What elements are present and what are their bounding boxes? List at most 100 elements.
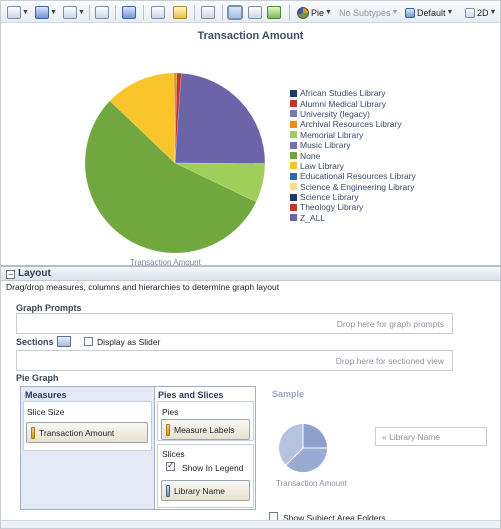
library-name-label: Library Name bbox=[174, 485, 226, 496]
legend-swatch bbox=[290, 214, 297, 222]
print-icon bbox=[7, 6, 21, 19]
export-button[interactable]: ▼ bbox=[35, 5, 57, 20]
transaction-amount-label: Transaction Amount bbox=[39, 427, 115, 438]
sort-descending-icon bbox=[267, 6, 281, 19]
help-button[interactable] bbox=[173, 5, 187, 20]
graph-prompts-dropzone[interactable]: Drop here for graph prompts bbox=[16, 313, 453, 334]
measures-title: Measures bbox=[25, 390, 67, 400]
legend-swatch bbox=[290, 120, 297, 128]
export-icon bbox=[35, 6, 49, 19]
chart-legend: African Studies Library Alumni Medical Li… bbox=[290, 88, 416, 223]
sections-drop-text: Drop here for sectioned view bbox=[335, 356, 444, 366]
properties-button[interactable] bbox=[95, 5, 109, 20]
subtype-dropdown[interactable]: No Subtypes ▼ bbox=[337, 5, 398, 20]
legend-label: Theology Library bbox=[300, 202, 364, 213]
format-button[interactable] bbox=[201, 5, 215, 20]
legend-swatch bbox=[290, 162, 297, 170]
legend-swatch bbox=[290, 152, 297, 160]
legend-item: Z_ALL bbox=[290, 213, 416, 223]
collapse-icon[interactable]: − bbox=[6, 270, 15, 279]
sections-dropzone[interactable]: Drop here for sectioned view bbox=[16, 350, 453, 371]
transaction-amount-button[interactable]: Transaction Amount bbox=[26, 422, 148, 443]
preview-button[interactable]: ▼ bbox=[63, 5, 85, 20]
legend-label: Science & Engineering Library bbox=[300, 181, 415, 192]
legend-swatch bbox=[290, 203, 297, 211]
pies-slices-title: Pies and Slices bbox=[158, 390, 224, 400]
toolbar-separator bbox=[89, 5, 90, 20]
sections-table-icon bbox=[57, 336, 71, 347]
pie-slice bbox=[174, 72, 266, 164]
sample-library-name-field[interactable]: « Library Name bbox=[375, 427, 487, 446]
slices-label: Slices bbox=[162, 449, 185, 459]
refresh-button[interactable] bbox=[122, 5, 136, 20]
library-name-button[interactable]: Library Name bbox=[161, 480, 250, 501]
legend-item: Theology Library bbox=[290, 202, 416, 212]
toolbar-separator bbox=[222, 5, 223, 20]
legend-label: African Studies Library bbox=[300, 88, 386, 99]
legend-icon bbox=[248, 6, 262, 19]
legend-item: Educational Resources Library bbox=[290, 171, 416, 181]
toolbar-separator bbox=[289, 5, 290, 20]
pies-label: Pies bbox=[162, 407, 179, 417]
legend-button[interactable] bbox=[248, 5, 262, 20]
legend-item: Law Library bbox=[290, 161, 416, 171]
legend-label: Memorial Library bbox=[300, 129, 364, 140]
legend-label: Music Library bbox=[300, 140, 351, 151]
legend-swatch bbox=[290, 172, 297, 180]
style-dropdown[interactable]: Default ▼ bbox=[405, 5, 453, 20]
legend-label: Law Library bbox=[300, 160, 344, 171]
sample-pie-slice bbox=[303, 424, 327, 448]
legend-item: Music Library bbox=[290, 140, 416, 150]
subtype-label: No Subtypes bbox=[339, 7, 391, 18]
print-button[interactable]: ▼ bbox=[7, 5, 29, 20]
sort-icon bbox=[227, 5, 243, 20]
chevron-down-icon: ▼ bbox=[325, 9, 332, 16]
toolbar: ▼ ▼ ▼ Pie ▼ No Subtypes ▼ Default ▼ 2D ▼ bbox=[1, 1, 500, 23]
legend-item: Alumni Medical Library bbox=[290, 98, 416, 109]
legend-swatch bbox=[290, 89, 297, 97]
sample-caption: Transaction Amount bbox=[276, 479, 347, 488]
legend-item: Science Library bbox=[290, 192, 416, 202]
legend-label: Science Library bbox=[300, 192, 359, 203]
drag-handle-icon bbox=[31, 426, 35, 439]
style-icon bbox=[405, 7, 415, 18]
calculator-icon bbox=[201, 6, 215, 19]
status-bar bbox=[1, 520, 500, 528]
pie-chart-icon bbox=[297, 6, 309, 19]
sort-button[interactable] bbox=[227, 5, 243, 20]
chevron-down-icon: ▼ bbox=[391, 9, 399, 16]
chevron-down-icon: ▼ bbox=[78, 9, 85, 16]
chevron-down-icon: ▼ bbox=[22, 9, 29, 16]
binoculars-icon bbox=[151, 6, 165, 19]
measure-labels-label: Measure Labels bbox=[174, 424, 235, 435]
layout-header bbox=[1, 267, 500, 281]
show-in-legend-checkbox[interactable] bbox=[166, 460, 175, 471]
show-in-legend-label: Show In Legend bbox=[182, 463, 244, 473]
legend-label: Alumni Medical Library bbox=[300, 98, 386, 109]
legend-item: Archival Resources Library bbox=[290, 119, 416, 129]
graph-prompts-label: Graph Prompts bbox=[16, 303, 82, 313]
properties-icon bbox=[95, 6, 109, 19]
graph-prompts-drop-text: Drop here for graph prompts bbox=[336, 319, 444, 329]
sections-label: Sections bbox=[16, 337, 54, 347]
legend-label: Archival Resources Library bbox=[300, 119, 402, 130]
chart-type-dropdown[interactable]: Pie ▼ bbox=[297, 5, 332, 20]
drag-handle-icon bbox=[166, 423, 170, 436]
pie-chart bbox=[84, 72, 266, 254]
sort-descending-button[interactable] bbox=[267, 5, 281, 20]
measure-labels-button[interactable]: Measure Labels bbox=[161, 419, 250, 440]
legend-item: None bbox=[290, 150, 416, 161]
legend-swatch bbox=[290, 193, 297, 201]
toolbar-separator bbox=[115, 5, 116, 20]
legend-swatch bbox=[290, 141, 297, 149]
display-as-slider-checkbox[interactable] bbox=[84, 337, 93, 346]
chevron-down-icon: ▼ bbox=[50, 9, 57, 16]
refresh-icon bbox=[122, 6, 136, 19]
pie-graph-label: Pie Graph bbox=[16, 373, 59, 383]
view-button[interactable] bbox=[151, 5, 165, 20]
chart-title: Transaction Amount bbox=[197, 30, 304, 42]
legend-item: African Studies Library bbox=[290, 88, 416, 98]
dimension-dropdown[interactable]: 2D ▼ bbox=[465, 5, 496, 20]
preview-icon bbox=[63, 6, 77, 19]
display-as-slider-label: Display as Slider bbox=[97, 337, 161, 347]
